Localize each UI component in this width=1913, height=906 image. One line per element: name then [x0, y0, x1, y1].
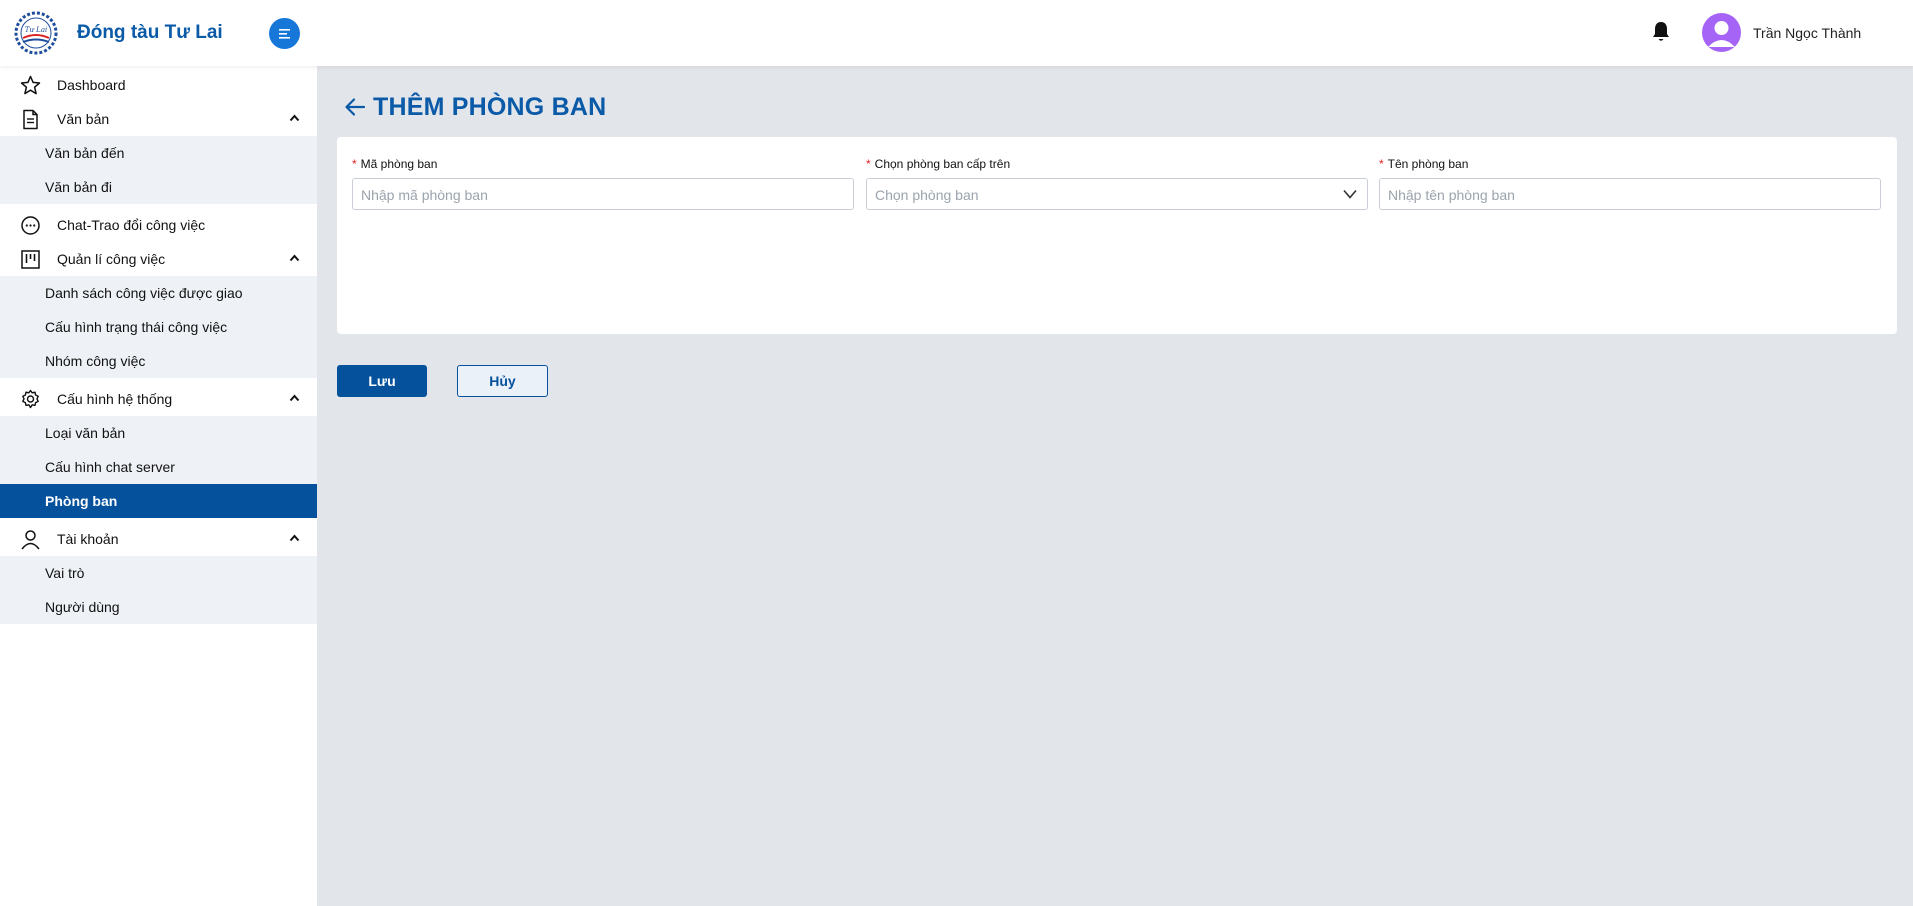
input-placeholder: Nhập tên phòng ban — [1388, 187, 1515, 203]
ma-phong-ban-input[interactable]: Nhập mã phòng ban — [352, 178, 854, 210]
cancel-button[interactable]: Hủy — [457, 365, 548, 397]
avatar[interactable] — [1702, 13, 1741, 52]
sidebar-item-loai-van-ban[interactable]: Loại văn bản — [0, 416, 317, 450]
required-mark: * — [352, 157, 357, 171]
field-label-text: Mã phòng ban — [360, 157, 438, 171]
field-label-text: Tên phòng ban — [1387, 157, 1469, 171]
bell-icon[interactable] — [1649, 20, 1673, 44]
sidebar-item-label: Văn bản đến — [45, 145, 125, 161]
field-label: * Mã phòng ban — [352, 157, 854, 173]
sidebar-item-van-ban-di[interactable]: Văn bản đi — [0, 170, 317, 204]
sidebar-item-label: Nhóm công việc — [45, 353, 146, 369]
sidebar-item-label: Danh sách công việc được giao — [45, 285, 243, 301]
sidebar-item-label: Cấu hình chat server — [45, 459, 175, 475]
chat-icon — [21, 216, 40, 235]
sidebar: Dashboard Văn bản Văn bản đến Văn bản đi… — [0, 66, 317, 906]
field-label: * Chọn phòng ban cấp trên — [866, 157, 1368, 173]
ship-logo-icon: Tư Lai — [14, 11, 58, 55]
sidebar-item-label: Văn bản đi — [45, 179, 112, 195]
sidebar-item-nguoi-dung[interactable]: Người dùng — [0, 590, 317, 624]
phong-ban-cap-tren-select[interactable]: Chọn phòng ban — [866, 178, 1368, 210]
sidebar-item-label: Vai trò — [45, 565, 85, 581]
star-icon — [20, 75, 41, 95]
sidebar-group-quan-li-cong-viec[interactable]: Quản lí công việc — [0, 242, 317, 276]
user-avatar-icon — [1708, 21, 1735, 47]
chevron-down-icon — [1343, 189, 1357, 199]
form-card: * Mã phòng ban Nhập mã phòng ban * Chọn ph… — [337, 137, 1897, 334]
sidebar-group-cau-hinh-he-thong[interactable]: Cấu hình hệ thống — [0, 382, 317, 416]
sidebar-group-label: Văn bản — [57, 111, 110, 127]
field-ten-phong-ban: * Tên phòng ban Nhập tên phòng ban — [1379, 157, 1881, 210]
sidebar-group-label: Quản lí công việc — [57, 251, 166, 267]
back-arrow-icon[interactable] — [343, 95, 367, 119]
sidebar-item-label: Người dùng — [45, 599, 120, 615]
select-placeholder: Chọn phòng ban — [875, 187, 979, 203]
chevron-up-icon — [289, 254, 300, 262]
sidebar-item-phong-ban[interactable]: Phòng ban — [0, 484, 317, 518]
page-title: THÊM PHÒNG BAN — [373, 93, 607, 121]
menu-lines-icon — [278, 28, 290, 39]
sidebar-item-label: Cấu hình trạng thái công việc — [45, 319, 228, 335]
document-icon — [23, 109, 38, 130]
ten-phong-ban-input[interactable]: Nhập tên phòng ban — [1379, 178, 1881, 210]
sidebar-item-van-ban-den[interactable]: Văn bản đến — [0, 136, 317, 170]
user-icon — [21, 530, 40, 550]
field-ma-phong-ban: * Mã phòng ban Nhập mã phòng ban — [352, 157, 854, 210]
svg-text:Tư Lai: Tư Lai — [25, 26, 47, 34]
field-label: * Tên phòng ban — [1379, 157, 1881, 173]
menu-toggle-button[interactable] — [269, 18, 300, 49]
sidebar-item-label: Chat-Trao đổi công việc — [57, 217, 206, 233]
sidebar-item-cau-hinh-trang-thai[interactable]: Cấu hình trạng thái công việc — [0, 310, 317, 344]
chevron-up-icon — [289, 394, 300, 402]
sidebar-item-label: Dashboard — [57, 77, 126, 93]
sidebar-item-vai-tro[interactable]: Vai trò — [0, 556, 317, 590]
input-placeholder: Nhập mã phòng ban — [361, 187, 488, 203]
board-icon — [21, 250, 40, 269]
top-header: Tư Lai Đóng tàu Tư Lai Trần Ngọc Thành — [0, 0, 1913, 66]
sidebar-item-label: Phòng ban — [45, 493, 118, 509]
sidebar-item-chat[interactable]: Chat-Trao đổi công việc — [0, 208, 317, 242]
sidebar-group-label: Tài khoản — [57, 531, 119, 547]
gear-icon — [22, 389, 39, 409]
sidebar-item-dashboard[interactable]: Dashboard — [0, 68, 317, 102]
required-mark: * — [866, 157, 871, 171]
chevron-up-icon — [289, 114, 300, 122]
sidebar-group-van-ban[interactable]: Văn bản — [0, 102, 317, 136]
required-mark: * — [1379, 157, 1384, 171]
sidebar-item-danh-sach-cong-viec[interactable]: Danh sách công việc được giao — [0, 276, 317, 310]
save-button[interactable]: Lưu — [337, 365, 427, 397]
user-name[interactable]: Trần Ngọc Thành — [1753, 25, 1861, 41]
sidebar-item-nhom-cong-viec[interactable]: Nhóm công việc — [0, 344, 317, 378]
field-label-text: Chọn phòng ban cấp trên — [874, 157, 1011, 171]
sidebar-group-label: Cấu hình hệ thống — [57, 391, 173, 407]
chevron-up-icon — [289, 534, 300, 542]
sidebar-group-tai-khoan[interactable]: Tài khoản — [0, 522, 317, 556]
app-title: Đóng tàu Tư Lai — [77, 22, 223, 43]
sidebar-item-cau-hinh-chat-server[interactable]: Cấu hình chat server — [0, 450, 317, 484]
sidebar-item-label: Loại văn bản — [45, 425, 126, 441]
field-phong-ban-cap-tren: * Chọn phòng ban cấp trên Chọn phòng ban — [866, 157, 1368, 210]
